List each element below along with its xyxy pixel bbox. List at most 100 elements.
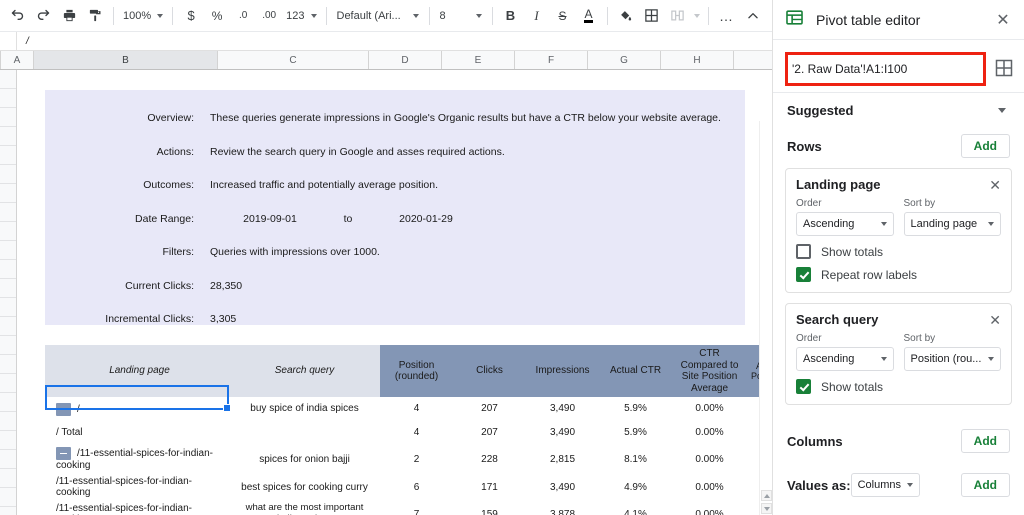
cell-ctr-compared[interactable]: 0.00%: [672, 473, 747, 501]
cell-clicks[interactable]: 228: [453, 445, 526, 474]
row-header[interactable]: [0, 412, 16, 431]
merge-cells-icon[interactable]: [665, 3, 691, 29]
table-row[interactable]: / Total 4 207 3,490 5.9% 0.00%: [45, 421, 771, 445]
add-value-button[interactable]: Add: [960, 473, 1010, 497]
cell-actual-ctr[interactable]: 5.9%: [599, 421, 672, 445]
cell-clicks[interactable]: 207: [453, 421, 526, 445]
add-row-button[interactable]: Add: [960, 134, 1010, 158]
cell-impressions[interactable]: 3,490: [526, 473, 599, 501]
scroll-up-arrow-icon[interactable]: [761, 490, 772, 501]
repeat-row-labels-checkbox[interactable]: [796, 267, 811, 282]
row-header[interactable]: [0, 89, 16, 108]
pivot-header-landing-page[interactable]: Landing page: [50, 345, 229, 397]
column-header-h[interactable]: H: [661, 51, 734, 69]
fill-color-icon[interactable]: [613, 3, 639, 29]
cell-landing-page[interactable]: /11-essential-spices-for-indian-cooking: [50, 473, 229, 501]
more-options-button[interactable]: …: [714, 3, 740, 29]
cell-search-query[interactable]: buy spice of india spices: [229, 397, 380, 421]
row-header[interactable]: [0, 241, 16, 260]
column-header-e[interactable]: E: [442, 51, 515, 69]
cell-position[interactable]: 4: [380, 397, 453, 421]
chevron-up-icon[interactable]: [740, 3, 766, 29]
row-header[interactable]: [0, 127, 16, 146]
pivot-header-position[interactable]: Position (rounded): [380, 345, 453, 397]
pivot-header-impressions[interactable]: Impressions: [526, 345, 599, 397]
font-family-select[interactable]: Default (Ari...: [332, 4, 424, 28]
pivot-header-ctr-compared[interactable]: CTR Compared to Site Position Average: [672, 345, 747, 397]
row-header[interactable]: [0, 108, 16, 127]
cell-actual-ctr[interactable]: 5.9%: [599, 397, 672, 421]
column-header-f[interactable]: F: [515, 51, 588, 69]
table-row[interactable]: /11-essential-spices-for-indian-cooking …: [45, 500, 771, 515]
formula-bar-input[interactable]: /: [17, 36, 772, 47]
currency-format-button[interactable]: $: [178, 3, 204, 29]
close-icon[interactable]: ✕: [992, 9, 1014, 31]
cell-landing-page[interactable]: /: [50, 397, 229, 421]
scroll-down-arrow-icon[interactable]: [761, 503, 772, 514]
formula-bar[interactable]: /: [0, 32, 772, 51]
column-header-c[interactable]: C: [218, 51, 369, 69]
strikethrough-button[interactable]: S: [550, 3, 576, 29]
select-all-corner[interactable]: [0, 51, 1, 69]
paint-format-icon[interactable]: [82, 3, 108, 29]
row-header[interactable]: [0, 298, 16, 317]
row-header[interactable]: [0, 203, 16, 222]
cell-impressions[interactable]: 3,490: [526, 397, 599, 421]
data-range-input[interactable]: '2. Raw Data'!A1:I100: [785, 52, 986, 86]
column-header-i[interactable]: [734, 51, 772, 69]
cell-search-query[interactable]: what are the most important indian spice…: [229, 500, 380, 515]
values-as-select[interactable]: Columns: [850, 473, 921, 497]
pivot-header-search-query[interactable]: Search query: [229, 345, 380, 397]
row-header[interactable]: [0, 165, 16, 184]
pivot-header-actual-ctr[interactable]: Actual CTR: [599, 345, 672, 397]
show-totals-row[interactable]: Show totals: [796, 244, 1001, 259]
row-header[interactable]: [0, 507, 16, 515]
italic-button[interactable]: I: [524, 3, 550, 29]
vertical-scrollbar[interactable]: [759, 121, 772, 515]
cell-ctr-compared[interactable]: 0.00%: [672, 445, 747, 474]
row-header[interactable]: [0, 488, 16, 507]
column-header-a[interactable]: A: [1, 51, 34, 69]
cell-ctr-compared[interactable]: 0.00%: [672, 397, 747, 421]
row-header[interactable]: [0, 317, 16, 336]
order-select[interactable]: Ascending: [796, 212, 894, 236]
decrease-decimal-button[interactable]: .0: [230, 3, 256, 29]
merge-cells-dropdown[interactable]: [691, 3, 703, 29]
row-header[interactable]: [0, 222, 16, 241]
show-totals-row[interactable]: Show totals: [796, 379, 1001, 394]
cell-landing-page[interactable]: /11-essential-spices-for-indian-cooking: [50, 500, 229, 515]
row-header[interactable]: [0, 374, 16, 393]
cell-position[interactable]: 6: [380, 473, 453, 501]
chevron-down-icon[interactable]: [998, 108, 1006, 113]
sortby-select[interactable]: Position (rou...: [903, 347, 1001, 371]
cell-search-query[interactable]: [229, 421, 380, 445]
cell-position[interactable]: 2: [380, 445, 453, 474]
cell-clicks[interactable]: 171: [453, 473, 526, 501]
table-row[interactable]: / buy spice of india spices 4 207 3,490 …: [45, 397, 771, 421]
column-header-d[interactable]: D: [369, 51, 442, 69]
row-header[interactable]: [0, 146, 16, 165]
cell-search-query[interactable]: spices for onion bajji: [229, 445, 380, 474]
increase-decimal-button[interactable]: .00: [256, 3, 282, 29]
cell-ctr-compared[interactable]: 0.00%: [672, 500, 747, 515]
redo-icon[interactable]: [30, 3, 56, 29]
pivot-header-clicks[interactable]: Clicks: [453, 345, 526, 397]
cell-actual-ctr[interactable]: 8.1%: [599, 445, 672, 474]
cell-impressions[interactable]: 3,490: [526, 421, 599, 445]
table-row[interactable]: /11-essential-spices-for-indian-cooking …: [45, 445, 771, 474]
cell-landing-page[interactable]: / Total: [50, 421, 229, 445]
percent-format-button[interactable]: %: [204, 3, 230, 29]
more-formats-button[interactable]: 123: [282, 4, 320, 28]
borders-icon[interactable]: [639, 3, 665, 29]
row-header[interactable]: [0, 260, 16, 279]
cell-actual-ctr[interactable]: 4.9%: [599, 473, 672, 501]
remove-field-icon[interactable]: ✕: [989, 178, 1001, 192]
row-header[interactable]: [0, 393, 16, 412]
suggested-section-header[interactable]: Suggested: [773, 93, 1024, 124]
row-header[interactable]: [0, 431, 16, 450]
add-column-button[interactable]: Add: [960, 429, 1010, 453]
show-totals-checkbox[interactable]: [796, 244, 811, 259]
cell-clicks[interactable]: 207: [453, 397, 526, 421]
select-data-range-icon[interactable]: [994, 58, 1016, 80]
row-header[interactable]: [0, 469, 16, 488]
